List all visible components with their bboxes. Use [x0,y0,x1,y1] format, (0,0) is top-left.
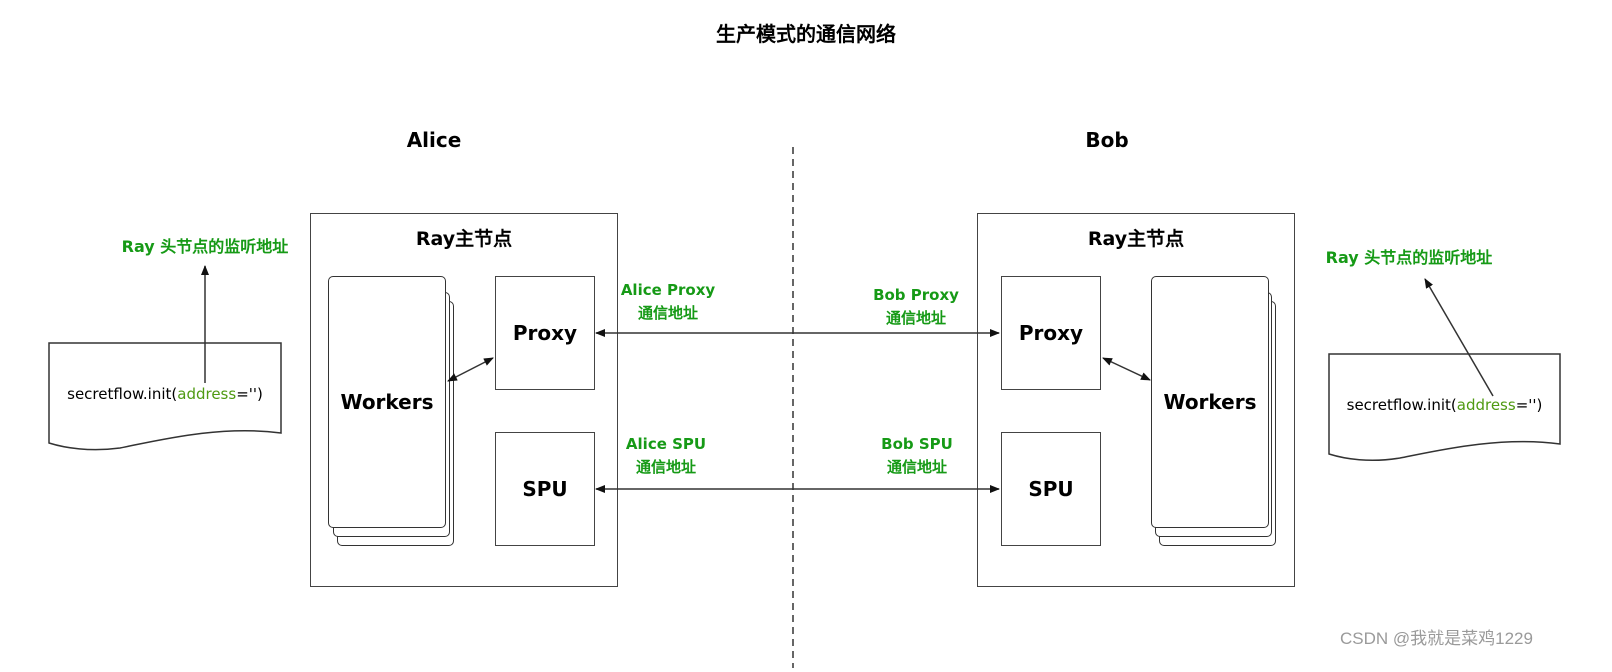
connectors [201,147,1494,668]
bob-listen-arrow [1424,278,1494,397]
alice-workers-proxy-arrow [447,357,494,382]
watermark: CSDN @我就是菜鸡1229 [1340,629,1533,648]
bob-proxy-workers-arrow [1102,357,1151,381]
